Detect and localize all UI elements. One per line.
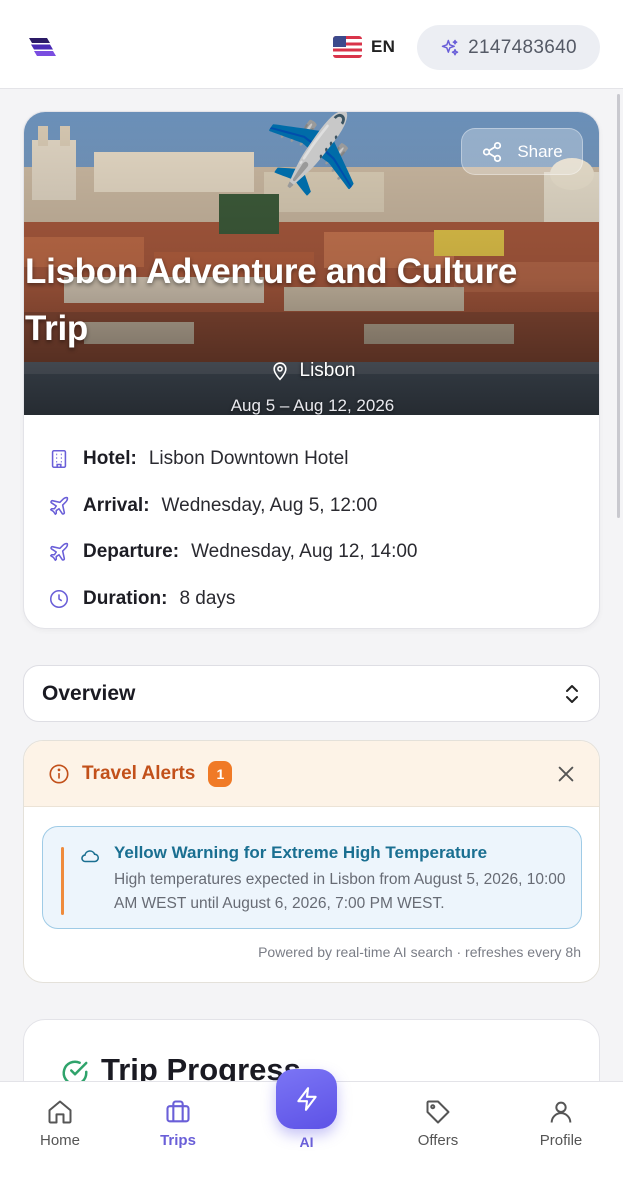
alerts-count-badge: 1 bbox=[208, 760, 233, 787]
tag-icon bbox=[426, 1100, 450, 1124]
alert-title: Yellow Warning for Extreme High Temperat… bbox=[114, 843, 488, 862]
alert-text: High temperatures expected in Lisbon fro… bbox=[114, 871, 566, 912]
trip-card: ✈️ Share Lisbon Adventure and Culture Tr… bbox=[23, 111, 600, 629]
credits-value: 2147483640 bbox=[468, 36, 577, 58]
alerts-footer: Powered by real-time AI search · refresh… bbox=[258, 944, 581, 960]
detail-row-duration: Duration: 8 days bbox=[48, 576, 418, 623]
detail-label: Duration: bbox=[83, 587, 168, 609]
trip-hero-image: ✈️ Share Lisbon Adventure and Culture Tr… bbox=[24, 112, 599, 415]
detail-label: Arrival: bbox=[83, 494, 150, 516]
detail-label: Departure: bbox=[83, 541, 180, 563]
detail-value: Wednesday, Aug 12, 14:00 bbox=[191, 541, 418, 563]
us-flag-icon bbox=[333, 36, 362, 58]
alert-severity-bar bbox=[61, 847, 64, 915]
travel-alerts-card: Travel Alerts 1 Yellow Warning for Extre… bbox=[23, 740, 600, 983]
share-label: Share bbox=[517, 141, 563, 161]
sparkle-icon bbox=[441, 39, 459, 55]
ai-label: AI bbox=[299, 1134, 314, 1150]
nav-label: Trips bbox=[160, 1132, 196, 1149]
nav-item-profile[interactable]: Profile bbox=[511, 1098, 611, 1149]
detail-row-arrival: Arrival: Wednesday, Aug 5, 12:00 bbox=[48, 483, 418, 530]
chevron-up-down-icon bbox=[566, 684, 578, 703]
travel-alerts-title: Travel Alerts bbox=[82, 762, 196, 784]
detail-value: 8 days bbox=[179, 587, 236, 609]
nav-label: Offers bbox=[417, 1132, 459, 1149]
share-button[interactable]: Share bbox=[461, 128, 583, 175]
share-icon bbox=[483, 141, 502, 162]
nav-label: Profile bbox=[539, 1132, 583, 1149]
cloud-icon bbox=[81, 850, 100, 863]
detail-row-departure: Departure: Wednesday, Aug 12, 14:00 bbox=[48, 529, 418, 576]
trip-location: Lisbon bbox=[24, 360, 599, 382]
bolt-icon bbox=[296, 1087, 317, 1111]
overview-label: Overview bbox=[42, 681, 136, 705]
trip-location-label: Lisbon bbox=[299, 360, 356, 381]
user-icon bbox=[550, 1101, 572, 1123]
detail-row-hotel: Hotel: Lisbon Downtown Hotel bbox=[48, 436, 418, 483]
nav-label: Home bbox=[39, 1132, 80, 1149]
language-code: EN bbox=[371, 37, 396, 56]
building-icon bbox=[51, 450, 67, 469]
map-pin-icon bbox=[272, 362, 287, 381]
ai-button[interactable] bbox=[276, 1069, 337, 1129]
travel-alerts-header: Travel Alerts 1 bbox=[24, 741, 599, 807]
home-icon bbox=[48, 1100, 72, 1124]
trip-details: Hotel: Lisbon Downtown Hotel Arrival: We… bbox=[48, 436, 418, 622]
clock-icon bbox=[49, 589, 69, 608]
nav-item-trips[interactable]: Trips bbox=[128, 1098, 228, 1149]
nav-item-offers[interactable]: Offers bbox=[388, 1098, 488, 1149]
plane-emoji: ✈️ bbox=[262, 112, 363, 202]
detail-value: Lisbon Downtown Hotel bbox=[148, 448, 349, 470]
overview-select[interactable]: Overview bbox=[23, 665, 600, 722]
plane-icon bbox=[49, 496, 69, 515]
credits-button[interactable]: 2147483640 bbox=[417, 25, 600, 70]
scrollbar[interactable] bbox=[617, 94, 620, 518]
detail-value: Wednesday, Aug 5, 12:00 bbox=[161, 494, 378, 516]
info-icon bbox=[49, 763, 69, 784]
plane-icon bbox=[49, 543, 69, 562]
alert-item[interactable]: Yellow Warning for Extreme High Temperat… bbox=[42, 826, 582, 929]
trip-dates: Aug 5 – Aug 12, 2026 bbox=[230, 396, 395, 415]
briefcase-icon bbox=[166, 1100, 190, 1123]
detail-label: Hotel: bbox=[83, 448, 137, 470]
top-bar: EN 2147483640 bbox=[0, 0, 623, 89]
trip-title: Lisbon Adventure and Culture Trip bbox=[25, 252, 517, 348]
language-selector[interactable]: EN bbox=[333, 36, 395, 58]
close-icon[interactable] bbox=[555, 763, 577, 785]
brand-logo-icon[interactable] bbox=[27, 36, 59, 58]
bottom-nav: Home Trips AI Offers Profile bbox=[0, 1069, 623, 1200]
nav-item-home[interactable]: Home bbox=[10, 1098, 110, 1149]
